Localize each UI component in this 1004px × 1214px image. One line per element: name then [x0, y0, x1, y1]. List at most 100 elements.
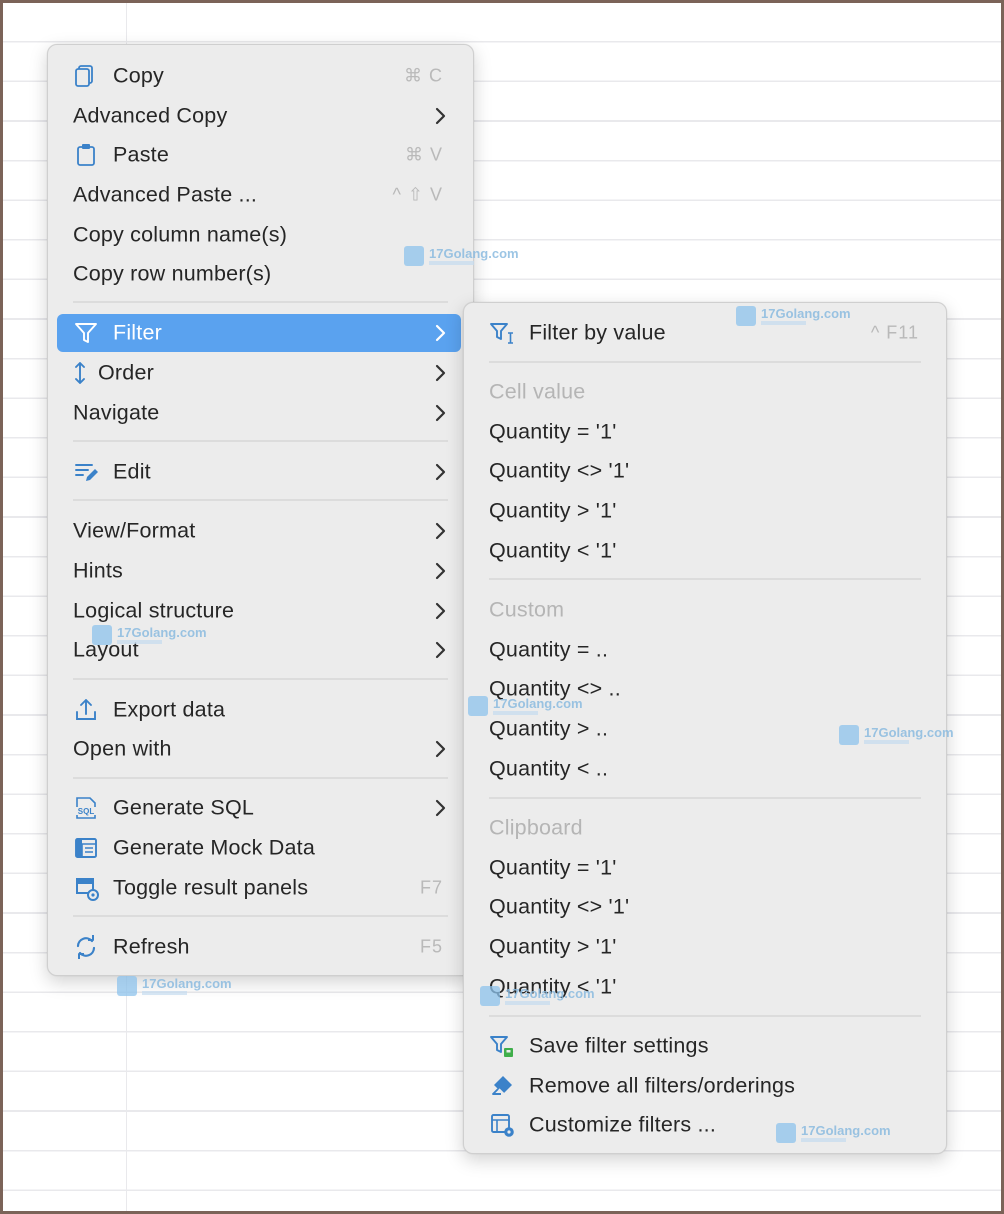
menu-item-custom-not-equals[interactable]: Quantity <> .. [473, 670, 937, 708]
menu-item-custom-equals[interactable]: Quantity = .. [473, 631, 937, 669]
menu-item-copy[interactable]: Copy ⌘ C [57, 57, 461, 95]
clipboard-icon [77, 144, 95, 166]
menu-item-label: Open with [73, 736, 172, 761]
menu-item-label: Quantity < '1' [489, 974, 617, 999]
shortcut-filter-by-value: ^ F11 [870, 322, 919, 343]
menu-item-remove-all-filters[interactable]: Remove all filters/orderings [473, 1067, 937, 1105]
menu-item-label: Advanced Copy [73, 103, 228, 128]
menu-item-cell-less[interactable]: Quantity < '1' [473, 532, 937, 570]
edit-icon [75, 464, 98, 481]
copy-icon [75, 65, 93, 87]
menu-separator [73, 301, 448, 303]
menu-item-toggle-result-panels[interactable]: Toggle result panels F7 [57, 869, 461, 907]
shortcut-advanced-paste: ^ ⇧ V [392, 184, 443, 205]
menu-item-label: Order [98, 360, 154, 385]
shortcut-paste: ⌘ V [404, 144, 443, 165]
refresh-icon [76, 935, 96, 959]
result-panels-icon [76, 878, 99, 901]
menu-item-refresh[interactable]: Refresh F5 [57, 928, 461, 966]
menu-item-clipboard-less[interactable]: Quantity < '1' [473, 968, 937, 1006]
menu-item-label: Quantity < '1' [489, 538, 617, 563]
menu-item-edit[interactable]: Edit [57, 453, 461, 491]
menu-item-label: Hints [73, 558, 123, 583]
section-header-cell-value: Cell value [473, 373, 937, 411]
svg-text:SQL: SQL [78, 807, 95, 816]
menu-item-paste[interactable]: Paste ⌘ V [57, 136, 461, 174]
menu-separator [73, 915, 448, 917]
menu-item-advanced-copy[interactable]: Advanced Copy [57, 97, 461, 135]
menu-item-open-with[interactable]: Open with [57, 730, 461, 768]
menu-item-clipboard-equals[interactable]: Quantity = '1' [473, 849, 937, 887]
menu-item-label: Filter [113, 320, 162, 345]
menu-item-filter-by-value[interactable]: Filter by value ^ F11 [473, 314, 937, 352]
menu-item-cell-equals[interactable]: Quantity = '1' [473, 413, 937, 451]
menu-item-label: Quantity = .. [489, 637, 609, 662]
menu-separator [73, 499, 448, 501]
section-header-clipboard: Clipboard [473, 809, 937, 847]
menu-separator [489, 578, 921, 580]
menu-item-label: View/Format [73, 518, 196, 543]
menu-item-label: Quantity > .. [489, 716, 609, 741]
menu-separator [489, 1015, 921, 1017]
menu-item-logical-structure[interactable]: Logical structure [57, 592, 461, 630]
menu-item-customize-filters[interactable]: Customize filters ... [473, 1106, 937, 1144]
chevron-right-icon [435, 799, 446, 817]
chevron-right-icon [435, 324, 446, 342]
menu-item-copy-row-numbers[interactable]: Copy row number(s) [57, 255, 461, 293]
menu-item-generate-sql[interactable]: SQL Generate SQL [57, 789, 461, 827]
menu-item-cell-not-equals[interactable]: Quantity <> '1' [473, 452, 937, 490]
filter-value-icon [490, 323, 513, 344]
menu-item-label: Customize filters ... [529, 1112, 716, 1137]
section-header-label: Clipboard [489, 815, 583, 840]
menu-item-copy-column-names[interactable]: Copy column name(s) [57, 216, 461, 254]
menu-item-order[interactable]: Order [57, 354, 461, 392]
menu-item-label: Quantity = '1' [489, 855, 617, 880]
menu-item-navigate[interactable]: Navigate [57, 394, 461, 432]
menu-item-label: Copy column name(s) [73, 222, 288, 247]
context-menu: Copy ⌘ C Advanced Copy Paste ⌘ V Advance… [47, 44, 474, 976]
chevron-right-icon [435, 641, 446, 659]
menu-item-label: Save filter settings [529, 1033, 709, 1058]
menu-item-label: Layout [73, 637, 139, 662]
chevron-right-icon [435, 364, 446, 382]
shortcut-toggle-result-panels: F7 [419, 877, 443, 898]
menu-item-label: Generate SQL [113, 795, 255, 820]
menu-item-export-data[interactable]: Export data [57, 691, 461, 729]
menu-item-advanced-paste[interactable]: Advanced Paste ... ^ ⇧ V [57, 176, 461, 214]
chevron-right-icon [435, 404, 446, 422]
menu-item-label: Quantity <> '1' [489, 458, 630, 483]
menu-item-label: Navigate [73, 400, 160, 425]
menu-item-label: Quantity = '1' [489, 419, 617, 444]
filter-icon [75, 323, 97, 343]
section-header-custom: Custom [473, 591, 937, 629]
menu-item-label: Remove all filters/orderings [529, 1073, 796, 1098]
chevron-right-icon [435, 522, 446, 540]
menu-separator [489, 361, 921, 363]
menu-item-label: Advanced Paste ... [73, 182, 258, 207]
shortcut-copy: ⌘ C [404, 65, 443, 86]
shortcut-refresh: F5 [419, 936, 443, 957]
menu-separator [73, 678, 448, 680]
menu-item-view-format[interactable]: View/Format [57, 512, 461, 550]
chevron-right-icon [435, 602, 446, 620]
chevron-right-icon [435, 562, 446, 580]
menu-item-filter[interactable]: Filter [57, 314, 461, 352]
menu-item-label: Quantity <> '1' [489, 894, 630, 919]
customize-filters-icon [491, 1114, 514, 1137]
menu-item-label: Logical structure [73, 598, 235, 623]
menu-item-custom-greater[interactable]: Quantity > .. [473, 710, 937, 748]
menu-item-layout[interactable]: Layout [57, 631, 461, 669]
menu-item-hints[interactable]: Hints [57, 552, 461, 590]
chevron-right-icon [435, 463, 446, 481]
export-icon [76, 699, 96, 720]
menu-item-clipboard-greater[interactable]: Quantity > '1' [473, 928, 937, 966]
menu-item-clipboard-not-equals[interactable]: Quantity <> '1' [473, 888, 937, 926]
menu-item-cell-greater[interactable]: Quantity > '1' [473, 492, 937, 530]
menu-item-generate-mock-data[interactable]: Generate Mock Data [57, 829, 461, 867]
menu-item-label: Refresh [113, 934, 190, 959]
menu-item-save-filter-settings[interactable]: Save filter settings [473, 1027, 937, 1065]
section-header-label: Cell value [489, 379, 586, 404]
menu-item-custom-less[interactable]: Quantity < .. [473, 750, 937, 788]
eraser-icon [492, 1076, 512, 1095]
menu-item-label: Toggle result panels [113, 875, 309, 900]
